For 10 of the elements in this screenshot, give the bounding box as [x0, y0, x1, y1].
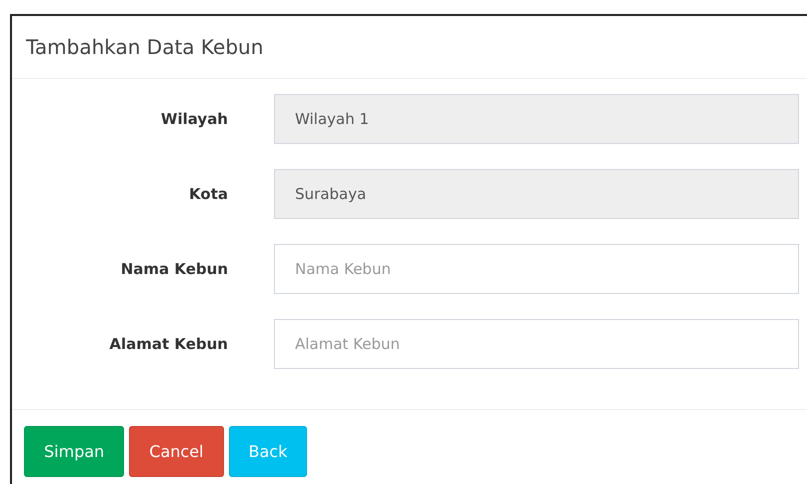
input-field[interactable]: Alamat Kebun	[274, 319, 799, 369]
field-label: Kota	[188, 185, 228, 203]
field-label: Wilayah	[160, 110, 228, 128]
panel-title: Tambahkan Data Kebun	[26, 35, 264, 59]
field-label: Alamat Kebun	[108, 335, 228, 353]
field-label: Nama Kebun	[120, 260, 228, 278]
back-button[interactable]: Back	[228, 426, 308, 477]
input-field[interactable]: Nama Kebun	[274, 244, 799, 294]
cancel-button[interactable]: Cancel	[129, 426, 224, 477]
save-button[interactable]: Simpan	[24, 426, 124, 477]
